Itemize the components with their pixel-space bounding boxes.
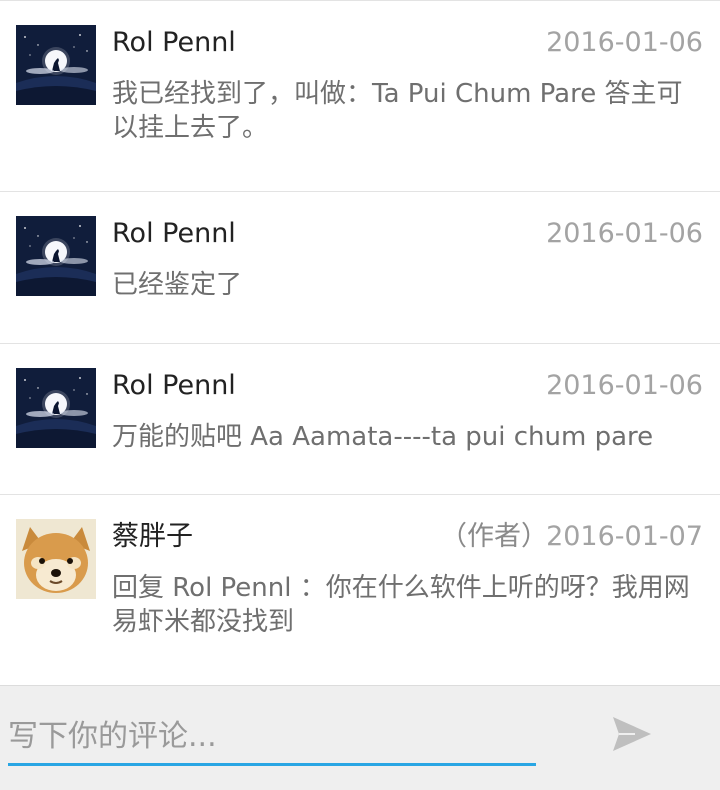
avatar[interactable] bbox=[16, 216, 96, 296]
comment-item[interactable]: Rol Pennl 2016-01-06 已经鉴定了 bbox=[0, 191, 720, 343]
comment-input[interactable] bbox=[8, 710, 536, 766]
comment-text: 回复 Rol Pennl ：你在什么软件上听的呀？我用网易虾米都没找到 bbox=[112, 573, 690, 637]
night-wolf-moon-avatar-icon bbox=[16, 216, 96, 296]
comment-date: 2016-01-06 bbox=[546, 218, 703, 249]
comment-composer bbox=[0, 685, 720, 790]
comment-date: 2016-01-06 bbox=[546, 27, 703, 58]
shiba-doge-avatar-icon bbox=[16, 519, 96, 599]
comment-author[interactable]: Rol Pennl bbox=[112, 218, 236, 250]
comment-item[interactable]: Rol Pennl 2016-01-06 我已经找到了，叫做：Ta Pui Ch… bbox=[0, 0, 720, 191]
avatar[interactable] bbox=[16, 519, 96, 599]
send-button[interactable] bbox=[600, 706, 664, 762]
author-role-badge: （作者） bbox=[440, 521, 548, 552]
comment-text: 我已经找到了，叫做：Ta Pui Chum Pare 答主可以挂上去了。 bbox=[112, 79, 683, 143]
comment-date: 2016-01-07 bbox=[546, 521, 703, 552]
comment-item[interactable]: 蔡胖子 （作者） 2016-01-07 回复 Rol Pennl ：你在什么软件… bbox=[0, 494, 720, 685]
comment-text: 已经鉴定了 bbox=[112, 270, 243, 300]
night-wolf-moon-avatar-icon bbox=[16, 25, 96, 105]
comment-text: 万能的贴吧 Aa Aamata----ta pui chum pare bbox=[112, 422, 654, 452]
comment-item[interactable]: Rol Pennl 2016-01-06 万能的贴吧 Aa Aamata----… bbox=[0, 343, 720, 494]
night-wolf-moon-avatar-icon bbox=[16, 368, 96, 448]
comment-author[interactable]: 蔡胖子 bbox=[112, 521, 193, 553]
comment-author[interactable]: Rol Pennl bbox=[112, 27, 236, 59]
avatar[interactable] bbox=[16, 25, 96, 105]
comment-list: Rol Pennl 2016-01-06 我已经找到了，叫做：Ta Pui Ch… bbox=[0, 0, 720, 685]
comment-author[interactable]: Rol Pennl bbox=[112, 370, 236, 402]
comment-date: 2016-01-06 bbox=[546, 370, 703, 401]
avatar[interactable] bbox=[16, 368, 96, 448]
send-arrow-icon bbox=[613, 717, 651, 751]
